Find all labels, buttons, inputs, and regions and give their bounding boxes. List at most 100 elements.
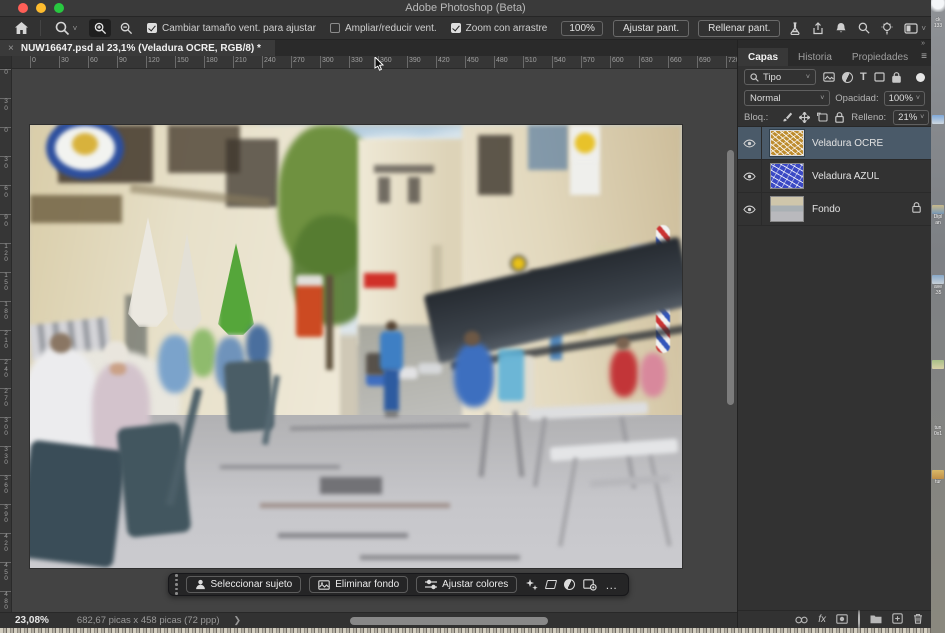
zoom-tool-button[interactable]: ˅	[49, 19, 83, 37]
generative-sparkle-icon[interactable]	[525, 578, 538, 591]
status-chevron-icon[interactable]: ❯	[234, 615, 242, 626]
layer-row-fondo[interactable]: Fondo	[738, 193, 931, 226]
adjustment-icon[interactable]	[564, 579, 575, 590]
more-options-icon[interactable]: …	[605, 578, 618, 592]
new-adjustment-layer-icon[interactable]	[858, 611, 860, 629]
layer-name[interactable]: Veladura AZUL	[812, 171, 879, 182]
lock-position-icon[interactable]	[799, 112, 810, 123]
desktop-file-label: tur	[932, 479, 944, 485]
tab-history[interactable]: Historia	[788, 48, 842, 66]
collapse-panels-icon[interactable]: »	[738, 40, 931, 48]
contextual-taskbar: Seleccionar sujeto Eliminar fondo	[168, 573, 629, 596]
ruler-label: 630	[641, 57, 653, 64]
document-title: NUW16647.psd al 23,1% (Veladura OCRE, RG…	[21, 43, 261, 54]
layer-name[interactable]: Veladura OCRE	[812, 138, 883, 149]
canvas-image[interactable]	[30, 125, 682, 568]
layer-row-veladura-azul[interactable]: Veladura AZUL	[738, 160, 931, 193]
notifications-bell-icon[interactable]	[835, 22, 847, 35]
layer-row-veladura-ocre[interactable]: Veladura OCRE	[738, 127, 931, 160]
search-icon	[750, 73, 759, 82]
ruler-label: 2 7 0	[2, 389, 10, 409]
fill-value[interactable]: 21%˅	[893, 110, 929, 125]
opacity-value[interactable]: 100%˅	[884, 91, 925, 106]
vertical-ruler[interactable]: 03 003 06 09 01 2 01 5 01 8 02 1 02 4 02…	[0, 56, 12, 612]
layer-thumbnail[interactable]	[770, 196, 804, 222]
transform-icon[interactable]	[546, 580, 556, 589]
taskbar-drag-handle[interactable]	[175, 574, 178, 595]
filter-pin-toggle[interactable]	[916, 73, 925, 82]
filter-smart-objects-icon[interactable]	[892, 72, 901, 83]
beta-flask-icon[interactable]	[789, 22, 801, 35]
workspace-switcher-icon[interactable]: ˅	[904, 23, 926, 34]
new-group-icon[interactable]	[870, 611, 882, 629]
ruler-label: 450	[467, 57, 479, 64]
fit-screen-button[interactable]: Ajustar pant.	[613, 20, 689, 37]
zoom-in-button[interactable]	[89, 19, 111, 37]
panel-tab-bar: Capas Historia Propiedades ≡	[738, 48, 931, 66]
ruler-label: 0	[2, 70, 10, 77]
tab-properties[interactable]: Propiedades	[842, 48, 918, 66]
ruler-label: 0	[32, 57, 36, 64]
filter-shape-layers-icon[interactable]	[874, 72, 885, 82]
ruler-label: 420	[438, 57, 450, 64]
lock-artboard-icon[interactable]	[817, 112, 828, 122]
visibility-eye-icon[interactable]	[738, 193, 762, 225]
filter-adjustment-layers-icon[interactable]	[842, 72, 853, 83]
select-subject-button[interactable]: Seleccionar sujeto	[186, 576, 302, 593]
layers-panel-dock: » Capas Historia Propiedades ≡ Tipo ˅	[737, 40, 931, 628]
checkbox-checked	[451, 23, 461, 33]
ruler-label: 3 3 0	[2, 447, 10, 467]
layers-panel-footer: fx	[738, 610, 931, 628]
layer-lock-icon	[912, 200, 921, 218]
tab-layers[interactable]: Capas	[738, 48, 788, 66]
adjust-colors-button[interactable]: Ajustar colores	[416, 576, 517, 593]
ruler-label: 480	[496, 57, 508, 64]
panel-menu-icon[interactable]: ≡	[921, 52, 927, 62]
filter-type-select[interactable]: Tipo ˅	[744, 69, 816, 85]
zoom-all-windows-checkbox[interactable]: Ampliar/reducir vent.	[330, 23, 437, 34]
ruler-origin-corner[interactable]	[0, 56, 12, 69]
ruler-label: 1 8 0	[2, 302, 10, 322]
ruler-label: 1 5 0	[2, 273, 10, 293]
layer-filter-row: Tipo ˅ T	[738, 66, 931, 88]
blend-mode-select[interactable]: Normal ˅	[744, 90, 830, 106]
document-dimensions: 682,67 picas x 458 picas (72 ppp)	[77, 615, 220, 626]
lock-all-icon[interactable]	[835, 112, 844, 123]
discover-lightbulb-icon[interactable]	[881, 22, 893, 35]
new-layer-icon[interactable]	[892, 611, 903, 629]
ruler-label: 600	[612, 57, 624, 64]
ruler-label: 3 0	[2, 157, 10, 170]
link-layers-icon[interactable]	[795, 611, 808, 629]
filter-pixel-layers-icon[interactable]	[823, 72, 835, 82]
status-zoom-level[interactable]: 23,08%	[15, 615, 49, 626]
delete-layer-trash-icon[interactable]	[913, 611, 923, 629]
layer-thumbnail[interactable]	[770, 163, 804, 189]
layer-style-fx-icon[interactable]: fx	[818, 614, 826, 625]
ruler-label: 4 8 0	[2, 592, 10, 612]
canvas-area: 0306090120150180210240270300330360390420…	[0, 56, 737, 612]
remove-background-button[interactable]: Eliminar fondo	[309, 576, 408, 593]
close-document-icon[interactable]: ×	[8, 43, 14, 54]
layer-name[interactable]: Fondo	[812, 204, 840, 215]
status-bar: 23,08% 682,67 picas x 458 picas (72 ppp)…	[0, 612, 737, 628]
ruler-label: 30	[61, 57, 69, 64]
document-tab[interactable]: × NUW16647.psd al 23,1% (Veladura OCRE, …	[0, 40, 275, 56]
vertical-scrollbar[interactable]	[727, 150, 734, 405]
search-icon[interactable]	[858, 22, 870, 34]
filter-type-layers-icon[interactable]: T	[860, 71, 867, 83]
layer-thumbnail[interactable]	[770, 130, 804, 156]
zoom-percentage-field[interactable]: 100%	[561, 21, 603, 36]
options-bar: ˅ Cambiar tamaño vent. para ajustar Ampl…	[0, 16, 931, 40]
scrubby-zoom-checkbox[interactable]: Zoom con arrastre	[451, 23, 548, 34]
fill-screen-button[interactable]: Rellenar pant.	[698, 20, 780, 37]
horizontal-scrollbar[interactable]	[350, 617, 548, 625]
lock-pixels-brush-icon[interactable]	[782, 112, 792, 123]
visibility-eye-icon[interactable]	[738, 127, 762, 159]
resize-windows-to-fit-checkbox[interactable]: Cambiar tamaño vent. para ajustar	[147, 23, 316, 34]
home-button[interactable]	[10, 19, 32, 37]
zoom-out-button[interactable]	[115, 19, 137, 37]
harmonize-image-icon[interactable]	[583, 579, 597, 591]
add-layer-mask-icon[interactable]	[836, 611, 848, 629]
share-icon[interactable]	[812, 22, 824, 35]
visibility-eye-icon[interactable]	[738, 160, 762, 192]
